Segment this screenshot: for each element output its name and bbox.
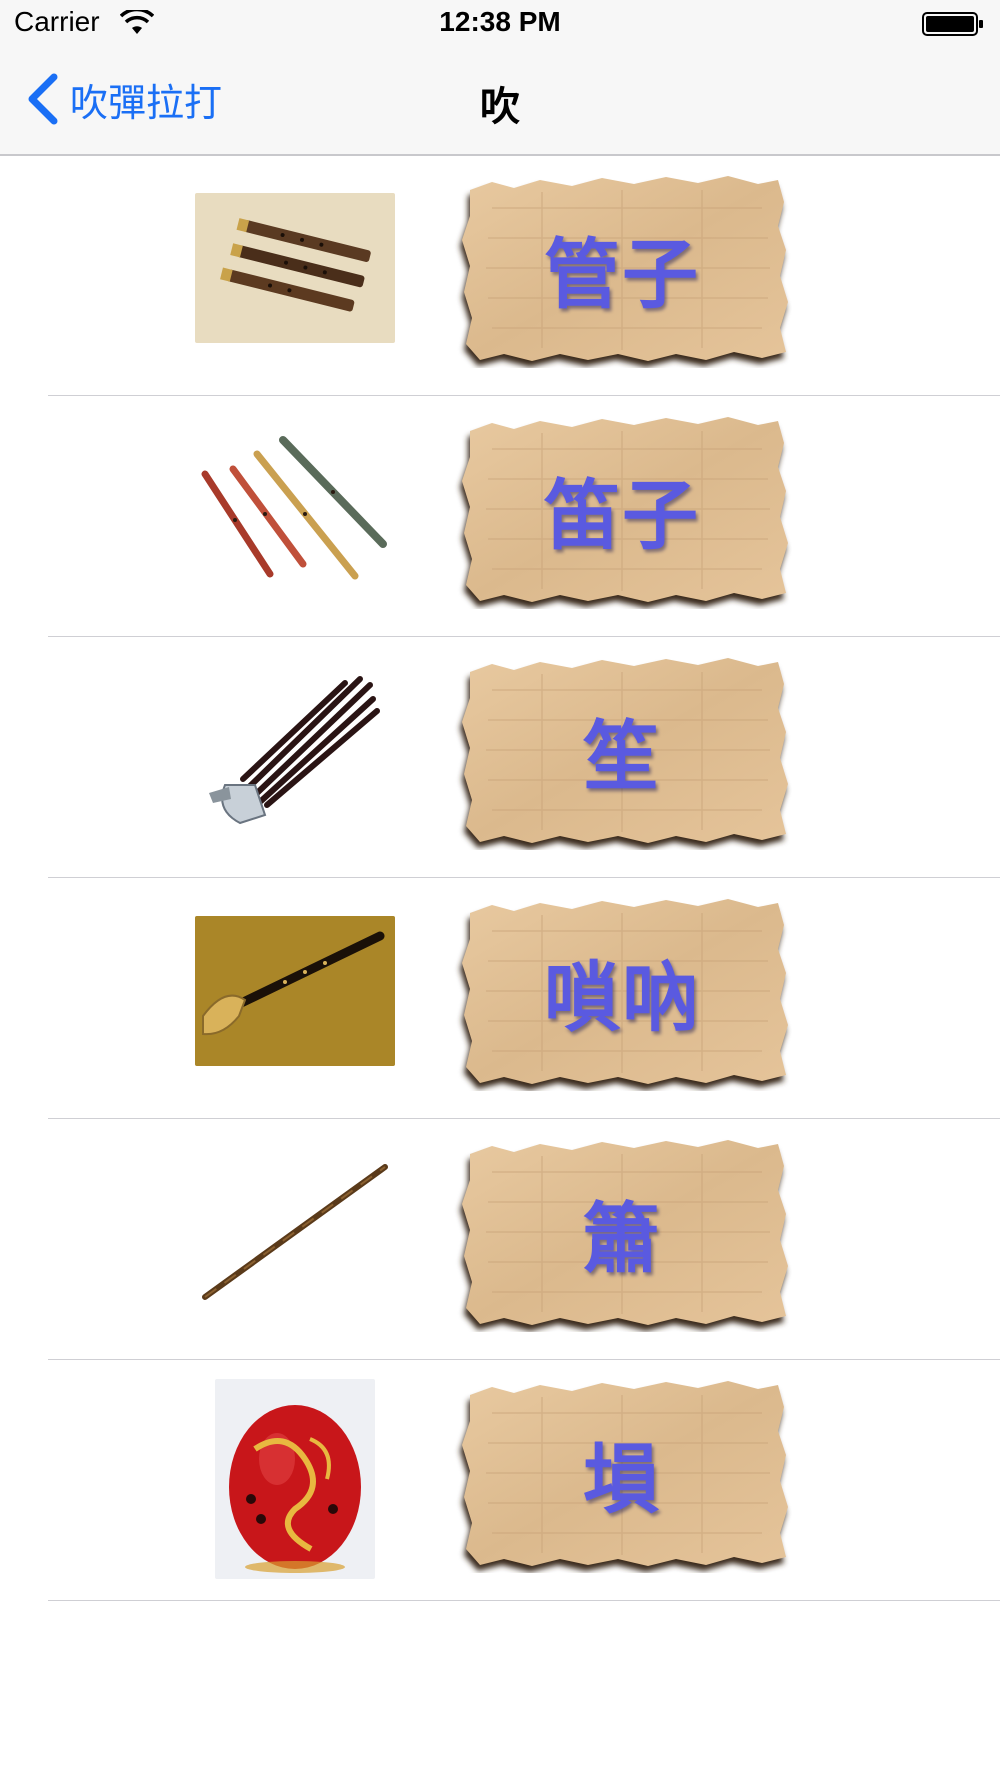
status-time: 12:38 PM — [439, 6, 561, 37]
status-bar: Carrier 12:38 PM — [0, 0, 1000, 46]
battery-icon — [922, 12, 983, 36]
list-item-guanzi[interactable]: 管子 — [0, 156, 1000, 396]
instrument-name: 嗩吶 — [544, 953, 700, 1042]
xiao-flute-photo — [195, 1157, 395, 1307]
instrument-name: 塤 — [583, 1435, 661, 1524]
page-title: 吹 — [480, 84, 520, 130]
instrument-name: 笛子 — [544, 471, 700, 560]
suona-horn-photo — [195, 916, 395, 1066]
instrument-name: 簫 — [583, 1194, 661, 1283]
row-separator — [48, 636, 1000, 637]
guanzi-instrument-photo — [195, 193, 395, 343]
xun-ocarina-photo — [215, 1379, 375, 1579]
instrument-name: 管子 — [544, 230, 700, 319]
label-card: 笛子 — [452, 409, 792, 609]
list-item-xiao[interactable]: 簫 — [0, 1120, 1000, 1360]
label-card: 塤 — [452, 1373, 792, 1573]
row-separator — [48, 1600, 1000, 1601]
row-separator — [48, 877, 1000, 878]
list-item-suona[interactable]: 嗩吶 — [0, 879, 1000, 1119]
label-card: 管子 — [452, 168, 792, 368]
row-separator — [48, 1118, 1000, 1119]
list-item-sheng[interactable]: 笙 — [0, 638, 1000, 878]
instrument-name: 笙 — [583, 712, 661, 801]
label-card: 簫 — [452, 1132, 792, 1332]
row-separator — [48, 1359, 1000, 1360]
dizi-flutes-photo — [195, 434, 395, 584]
list-item-xun[interactable]: 塤 — [0, 1361, 1000, 1601]
label-card: 笙 — [452, 650, 792, 850]
row-separator — [48, 395, 1000, 396]
sheng-mouth-organ-photo — [195, 675, 395, 825]
list-item-dizi[interactable]: 笛子 — [0, 397, 1000, 637]
label-card: 嗩吶 — [452, 891, 792, 1091]
navigation-bar: 吹彈拉打 吹 — [0, 46, 1000, 156]
